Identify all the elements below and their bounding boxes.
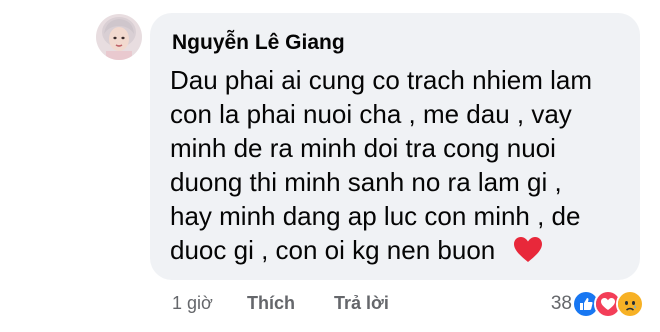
- author-name[interactable]: Nguyễn Lê Giang: [172, 29, 622, 57]
- comment-actions: 1 giờ Thích Trả lời 38: [172, 290, 660, 318]
- comment-bubble: Nguyễn Lê Giang Dau phai ai cung co trac…: [150, 13, 640, 280]
- reactions-summary[interactable]: 38: [551, 290, 644, 318]
- comment-line-text: duoc gi , con oi kg nen buon: [170, 235, 496, 265]
- comment-line: duong thi minh sanh no ra lam gi ,: [170, 167, 562, 197]
- avatar[interactable]: [96, 14, 142, 60]
- timestamp[interactable]: 1 giờ: [172, 293, 213, 314]
- heart-icon: [513, 236, 543, 264]
- comment: Nguyễn Lê Giang Dau phai ai cung co trac…: [0, 0, 660, 332]
- like-button[interactable]: Thích: [247, 293, 295, 314]
- comment-line: minh de ra minh doi tra cong nuoi: [170, 133, 556, 163]
- reply-button[interactable]: Trả lời: [334, 293, 389, 314]
- reaction-count: 38: [550, 293, 572, 314]
- comment-line-last: duoc gi , con oi kg nen buon: [170, 233, 622, 267]
- comment-line: Dau phai ai cung co trach nhiem lam: [170, 65, 593, 95]
- comment-line: hay minh dang ap luc con minh , de: [170, 201, 581, 231]
- comment-text: Dau phai ai cung co trach nhiem lam con …: [170, 63, 622, 267]
- sad-reaction-icon: [616, 290, 644, 318]
- comment-line: con la phai nuoi cha , me dau , vay: [170, 99, 572, 129]
